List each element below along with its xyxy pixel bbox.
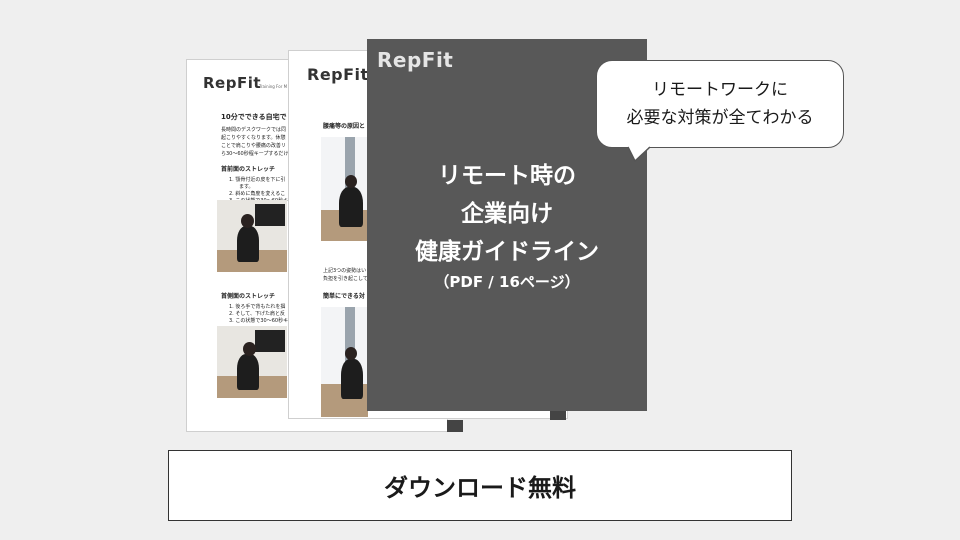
- paragraph-line: 上記3つの姿勢はい: [323, 268, 367, 274]
- posture-photo: [321, 137, 368, 241]
- list-item: 2. そして、下げた肩と反: [229, 311, 285, 317]
- list-item: ます。: [239, 184, 254, 190]
- stretch-photo: [217, 326, 287, 398]
- cover-title-line: 健康ガイドライン: [415, 239, 599, 265]
- bubble-line: リモートワークに: [652, 80, 788, 100]
- cover-title-line: リモート時の: [438, 163, 576, 189]
- section-heading: 腰痛等の原因と: [323, 123, 366, 130]
- repfit-logo: RepFit: [203, 74, 262, 92]
- cover-title: リモート時の 企業向け 健康ガイドライン: [367, 157, 647, 271]
- list-item: 3. この状態で30〜60秒キ: [229, 318, 289, 324]
- solution-photo: [321, 307, 368, 417]
- paragraph-line: ら30〜60秒程キープするだけ: [221, 151, 289, 157]
- paragraph-line: ことで肩こりや腰痛の改善リ: [221, 143, 286, 149]
- stretch-photo: [217, 200, 287, 272]
- page-heading: 10分でできる自宅で: [221, 113, 287, 121]
- paragraph-line: 長時間のデスクワークでは同: [221, 127, 287, 133]
- section-heading: 首側面のストレッチ: [221, 293, 276, 300]
- section-heading: 首前面のストレッチ: [221, 166, 276, 173]
- list-item: 1. 顎骨付近の皮を下に引: [229, 177, 286, 183]
- tagline-text: Training For M: [259, 84, 288, 89]
- list-item: 2. 斜めに角度を変えるこ: [229, 191, 286, 197]
- bubble-line: 必要な対策が全てわかる: [626, 108, 814, 128]
- repfit-logo: RepFit: [377, 48, 454, 72]
- paragraph-line: 起こりやすくなります。休憩: [221, 135, 286, 141]
- cover-subtitle: （PDF / 16ページ）: [434, 273, 580, 291]
- page-tab: [447, 420, 463, 432]
- section-heading: 簡単にできる対: [323, 293, 365, 300]
- speech-bubble: リモートワークに 必要な対策が全てわかる: [596, 60, 844, 148]
- paragraph-line: 負担を引き起こして: [323, 276, 368, 282]
- repfit-logo: RepFit: [307, 65, 369, 84]
- bubble-tail: [627, 146, 651, 162]
- download-button[interactable]: ダウンロード無料: [168, 450, 792, 521]
- list-item: 1. 後ろ手で背もたれを掴: [229, 304, 286, 310]
- cover-title-line: 企業向け: [461, 201, 553, 227]
